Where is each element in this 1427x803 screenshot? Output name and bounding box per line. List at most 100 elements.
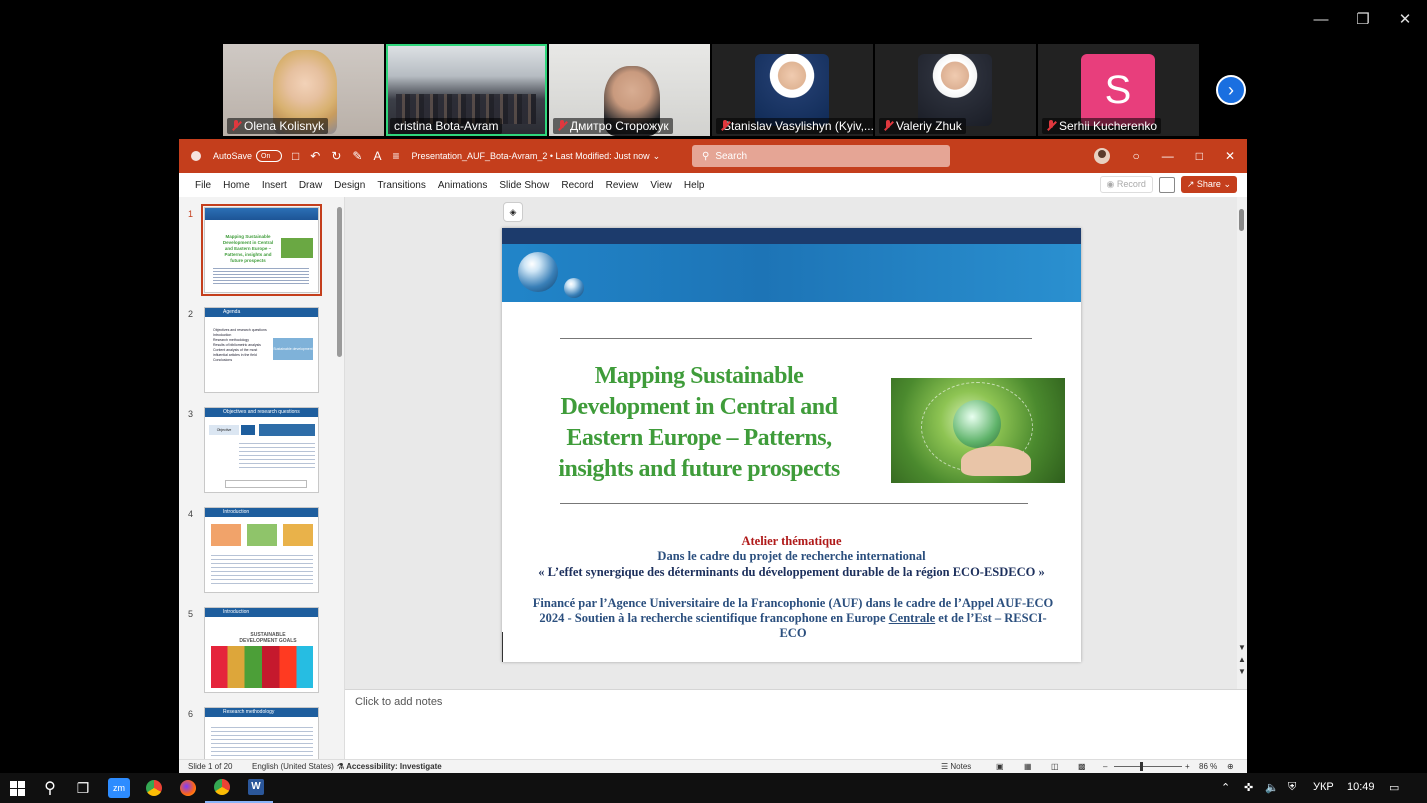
chevron-down-icon[interactable]: ⌄: [653, 151, 661, 162]
participant-tile[interactable]: Stanislav Vasylishyn (Kyiv,...: [712, 44, 873, 136]
participant-tile[interactable]: Olena Kolisnyk: [223, 44, 384, 136]
minimize-icon[interactable]: —: [1162, 149, 1174, 163]
window-controls: — ❐ ✕: [1307, 6, 1419, 32]
next-participants-button[interactable]: ›: [1216, 75, 1246, 105]
slide-thumbnail-4[interactable]: Introduction: [204, 507, 319, 593]
close-icon[interactable]: ✕: [1391, 6, 1419, 32]
task-view-icon[interactable]: ❐: [66, 773, 100, 803]
zoom-level[interactable]: 86 %: [1199, 762, 1217, 771]
chrome-icon[interactable]: [137, 773, 171, 803]
tab-view[interactable]: View: [650, 180, 672, 191]
participant-tile[interactable]: S Serhii Kucherenko: [1038, 44, 1199, 136]
participant-label: Stanislav Vasylishyn (Kyiv,...: [716, 118, 873, 134]
slide-thumbnail-2[interactable]: Agenda Objectives and research questions…: [204, 307, 319, 393]
autosave-toggle[interactable]: On: [256, 150, 283, 162]
slide-scrollbar[interactable]: ▼ ▲ ▼: [1237, 197, 1247, 689]
zoom-app-icon[interactable]: zm: [102, 773, 136, 803]
word-icon[interactable]: W: [239, 773, 273, 803]
minimize-icon[interactable]: —: [1307, 6, 1335, 32]
slide-funding-text: Financé par l’Agence Universitaire de la…: [532, 596, 1054, 640]
search-input[interactable]: ⚲ Search: [692, 145, 950, 167]
thumbnail-title: Agenda: [205, 308, 318, 317]
ribbon-actions: ◉ Record ↗ Share ⌄: [1099, 176, 1237, 193]
tab-help[interactable]: Help: [684, 180, 705, 191]
lightbulb-icon[interactable]: ○: [1132, 149, 1139, 163]
maximize-icon[interactable]: □: [1196, 149, 1203, 163]
accessibility-status[interactable]: ⚗ Accessibility: Investigate: [337, 762, 442, 771]
tab-transitions[interactable]: Transitions: [377, 180, 426, 191]
start-button[interactable]: [0, 773, 34, 803]
windows-logo-icon: [9, 780, 25, 796]
share-button[interactable]: ↗ Share ⌄: [1180, 176, 1237, 193]
firefox-icon[interactable]: [171, 773, 205, 803]
restore-icon[interactable]: ❐: [1349, 6, 1377, 32]
slide-thumbnail-3[interactable]: Objectives and research questions Object…: [204, 407, 319, 493]
chevron-down-icon[interactable]: ▼: [1238, 643, 1246, 652]
security-shield-icon[interactable]: ⛨: [1288, 781, 1296, 794]
user-avatar[interactable]: [1094, 148, 1111, 164]
slideshow-icon[interactable]: ▩: [1078, 762, 1086, 771]
tab-insert[interactable]: Insert: [262, 180, 287, 191]
copilot-icon[interactable]: ◈: [503, 202, 523, 222]
slide-thumbnail-1[interactable]: Mapping Sustainable Development in Centr…: [201, 204, 322, 296]
zoom-slider[interactable]: [1114, 766, 1182, 767]
slide-thumbnail-6[interactable]: Research methodology: [204, 707, 319, 759]
next-slide-icon[interactable]: ▼: [1238, 667, 1246, 676]
thumbnail-row: 6 Research methodology: [179, 707, 339, 759]
fit-to-window-icon[interactable]: ⊕: [1227, 762, 1234, 771]
save-icon[interactable]: □: [292, 149, 299, 163]
document-title[interactable]: Presentation_AUF_Bota-Avram_2 • Last Mod…: [412, 151, 650, 161]
zoom-out-icon[interactable]: –: [1103, 762, 1107, 771]
participant-tile[interactable]: Valeriy Zhuk: [875, 44, 1036, 136]
comments-icon[interactable]: [1158, 176, 1175, 193]
tab-draw[interactable]: Draw: [299, 180, 322, 191]
tab-review[interactable]: Review: [606, 180, 639, 191]
search-icon[interactable]: ⚲: [33, 773, 67, 803]
notifications-icon[interactable]: ▭: [1389, 781, 1399, 794]
close-icon[interactable]: ✕: [1225, 149, 1235, 163]
keyboard-language[interactable]: УКР: [1313, 781, 1334, 793]
slide-divider-top: [560, 338, 1032, 339]
chrome-active-icon[interactable]: [205, 773, 239, 803]
accessibility-icon: ⚗: [337, 762, 347, 771]
tab-record[interactable]: Record: [561, 180, 593, 191]
tab-design[interactable]: Design: [334, 180, 365, 191]
language-indicator[interactable]: English (United States): [252, 762, 334, 771]
tab-animations[interactable]: Animations: [438, 180, 487, 191]
participant-tile-active[interactable]: cristina Bota-Avram: [386, 44, 547, 136]
font-color-icon[interactable]: A: [373, 149, 381, 163]
zoom-in-icon[interactable]: +: [1185, 762, 1190, 771]
thumbnails-scrollbar[interactable]: [336, 197, 344, 759]
chevron-up-icon[interactable]: ⌃: [1221, 781, 1230, 794]
zoom-slider-thumb[interactable]: [1140, 762, 1143, 771]
current-slide[interactable]: Mapping Sustainable Development in Centr…: [502, 228, 1081, 662]
participant-avatar: S: [1081, 54, 1155, 126]
slide-counter: Slide 1 of 20: [188, 762, 233, 771]
prev-slide-icon[interactable]: ▲: [1238, 655, 1246, 664]
notes-pane[interactable]: Click to add notes: [345, 689, 1247, 760]
format-painter-icon[interactable]: ✎: [352, 149, 362, 163]
reading-view-icon[interactable]: ◫: [1051, 762, 1059, 771]
redo-icon[interactable]: ↻: [331, 149, 341, 163]
normal-view-icon[interactable]: ▣: [996, 762, 1004, 771]
record-button[interactable]: ◉ Record: [1099, 176, 1153, 193]
notes-toggle[interactable]: ☰ Notes: [941, 762, 971, 771]
thumbnail-row: 3 Objectives and research questions Obje…: [179, 407, 339, 497]
scroll-thumb[interactable]: [337, 207, 342, 357]
slide-thumbnail-5[interactable]: Introduction SUSTAINABLE DEVELOPMENT GOA…: [204, 607, 319, 693]
undo-icon[interactable]: ↶: [310, 149, 320, 163]
participant-tile[interactable]: Дмитро Сторожук: [549, 44, 710, 136]
text-caret: [502, 632, 503, 662]
slide-sorter-icon[interactable]: ▦: [1024, 762, 1032, 771]
network-icon[interactable]: ✜: [1244, 781, 1253, 794]
tab-file[interactable]: File: [195, 180, 211, 191]
clock[interactable]: 10:49: [1347, 781, 1375, 793]
thumbnail-footer-boxes: [225, 480, 307, 488]
tab-home[interactable]: Home: [223, 180, 250, 191]
scroll-thumb[interactable]: [1239, 209, 1244, 231]
customize-toolbar-icon[interactable]: ≡: [392, 149, 399, 163]
tab-slide-show[interactable]: Slide Show: [499, 180, 549, 191]
participant-label: Valeriy Zhuk: [879, 118, 966, 134]
thumbnail-img-b: [247, 524, 277, 546]
volume-icon[interactable]: 🔈: [1265, 781, 1279, 794]
